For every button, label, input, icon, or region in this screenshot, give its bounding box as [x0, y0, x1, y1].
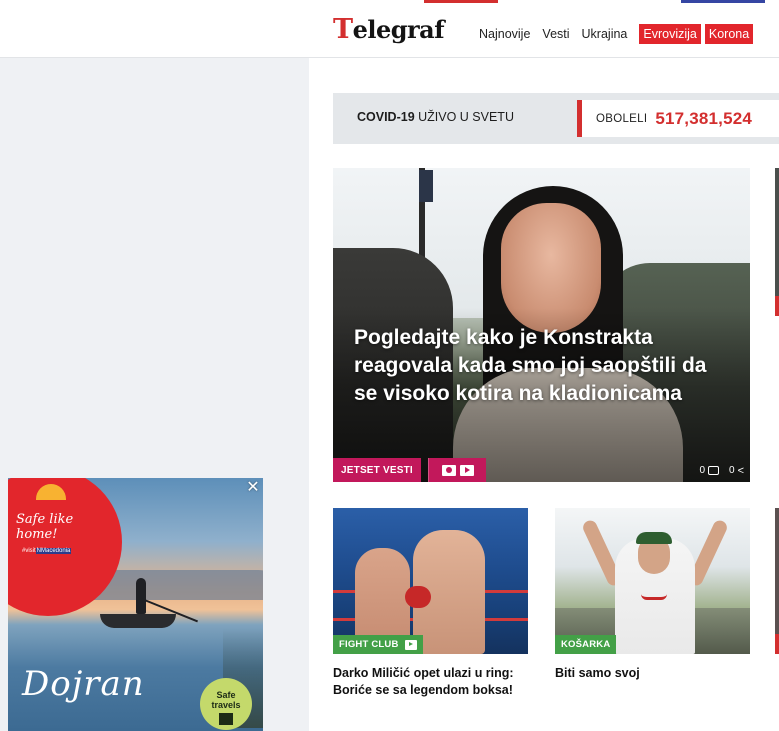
fisherman-figure: [136, 578, 146, 614]
article-card-image[interactable]: FIGHT CLUB: [333, 508, 528, 654]
article-card-title[interactable]: Biti samo svoj: [555, 665, 750, 682]
article-card-tag-label: FIGHT CLUB: [339, 639, 399, 650]
article-card-tag[interactable]: FIGHT CLUB: [333, 635, 423, 654]
covid-stat-box: OBOLELI 517,381,524: [577, 100, 779, 137]
hero-image-flag: [419, 170, 433, 202]
site-header: Telegraf Najnovije Vesti Ukrajina Evrovi…: [0, 0, 779, 58]
photo-icon: [441, 464, 456, 476]
logo-first-letter: T: [333, 14, 353, 45]
covid-live-bar[interactable]: COVID-19 UŽIVO U SVETU OBOLELI 517,381,5…: [333, 93, 779, 144]
page: Telegraf Najnovije Vesti Ukrajina Evrovi…: [0, 0, 779, 731]
share-icon[interactable]: <: [738, 465, 744, 476]
covid-infected-value: 517,381,524: [655, 108, 753, 128]
article-card-tag[interactable]: KOŠARKA: [555, 635, 617, 654]
covid-title: COVID-19 UŽIVO U SVETU: [357, 110, 514, 124]
next-column-tag-2: [775, 634, 779, 654]
hero-share-count: 0: [729, 465, 735, 476]
safe-badge-line1: Safe: [216, 690, 236, 700]
ad-hashtag: #visitNMacedonia: [22, 548, 72, 554]
main-nav: Najnovije Vesti Ukrajina Evrovizija Koro…: [479, 24, 757, 44]
hero-title[interactable]: Pogledajte kako je Konstrakta reagovala …: [354, 324, 734, 408]
hero-meta: 0 0 <: [699, 465, 744, 476]
header-accent-blue: [681, 0, 765, 3]
hero-article[interactable]: Pogledajte kako je Konstrakta reagovala …: [333, 168, 750, 482]
covid-infected-label: OBOLELI: [596, 112, 648, 125]
hero-comment-count: 0: [699, 465, 705, 476]
article-card-tag-label: KOŠARKA: [561, 639, 611, 650]
next-column-image-1: [775, 168, 779, 316]
safe-badge-line2: travels: [211, 700, 241, 710]
tourism-ad-banner[interactable]: Safe like home! #visitNMacedonia Dojran …: [8, 478, 263, 731]
boxing-glove: [405, 586, 431, 608]
nav-evrovizija[interactable]: Evrovizija: [639, 24, 701, 44]
hero-category-tag[interactable]: JETSET VESTI: [333, 458, 421, 482]
nike-logo-icon: [641, 594, 667, 600]
qr-code-icon: [219, 713, 233, 725]
close-icon[interactable]: ✕: [244, 479, 262, 497]
ad-slogan: Safe like home!: [16, 512, 74, 542]
hero-media-icons: [428, 458, 486, 482]
nav-ukrajina[interactable]: Ukrajina: [582, 24, 628, 44]
boat-figure: [100, 614, 176, 628]
article-card-image[interactable]: KOŠARKA: [555, 508, 750, 654]
header-accent-red: [424, 0, 498, 3]
safe-travels-badge: Safe travels: [200, 678, 252, 730]
next-column-preview: [775, 168, 779, 731]
article-card-kosarka[interactable]: KOŠARKA Biti samo svoj: [555, 508, 750, 682]
article-card-title[interactable]: Darko Miličić opet ulazi u ring: Boriće …: [333, 665, 528, 699]
next-column-tag-1: [775, 296, 779, 316]
nav-vesti[interactable]: Vesti: [542, 24, 569, 44]
nav-korona[interactable]: Korona: [704, 24, 754, 44]
article-card-fight-club[interactable]: FIGHT CLUB Darko Miličić opet ulazi u ri…: [333, 508, 528, 699]
telegraf-logo[interactable]: Telegraf: [333, 14, 445, 45]
player-cap: [636, 532, 672, 544]
play-icon: [459, 464, 474, 476]
video-icon: [404, 639, 417, 650]
nav-najnovije[interactable]: Najnovije: [479, 24, 530, 44]
ad-hashtag-tag: NMacedonia: [35, 548, 72, 554]
comment-icon[interactable]: [708, 466, 719, 475]
ad-city-name: Dojran: [22, 664, 145, 704]
covid-title-rest: UŽIVO U SVETU: [414, 110, 514, 124]
covid-title-bold: COVID-19: [357, 110, 415, 124]
ad-hashtag-prefix: #visit: [22, 548, 36, 554]
logo-rest: elegraf: [352, 15, 445, 44]
next-column-image-2: [775, 508, 779, 654]
